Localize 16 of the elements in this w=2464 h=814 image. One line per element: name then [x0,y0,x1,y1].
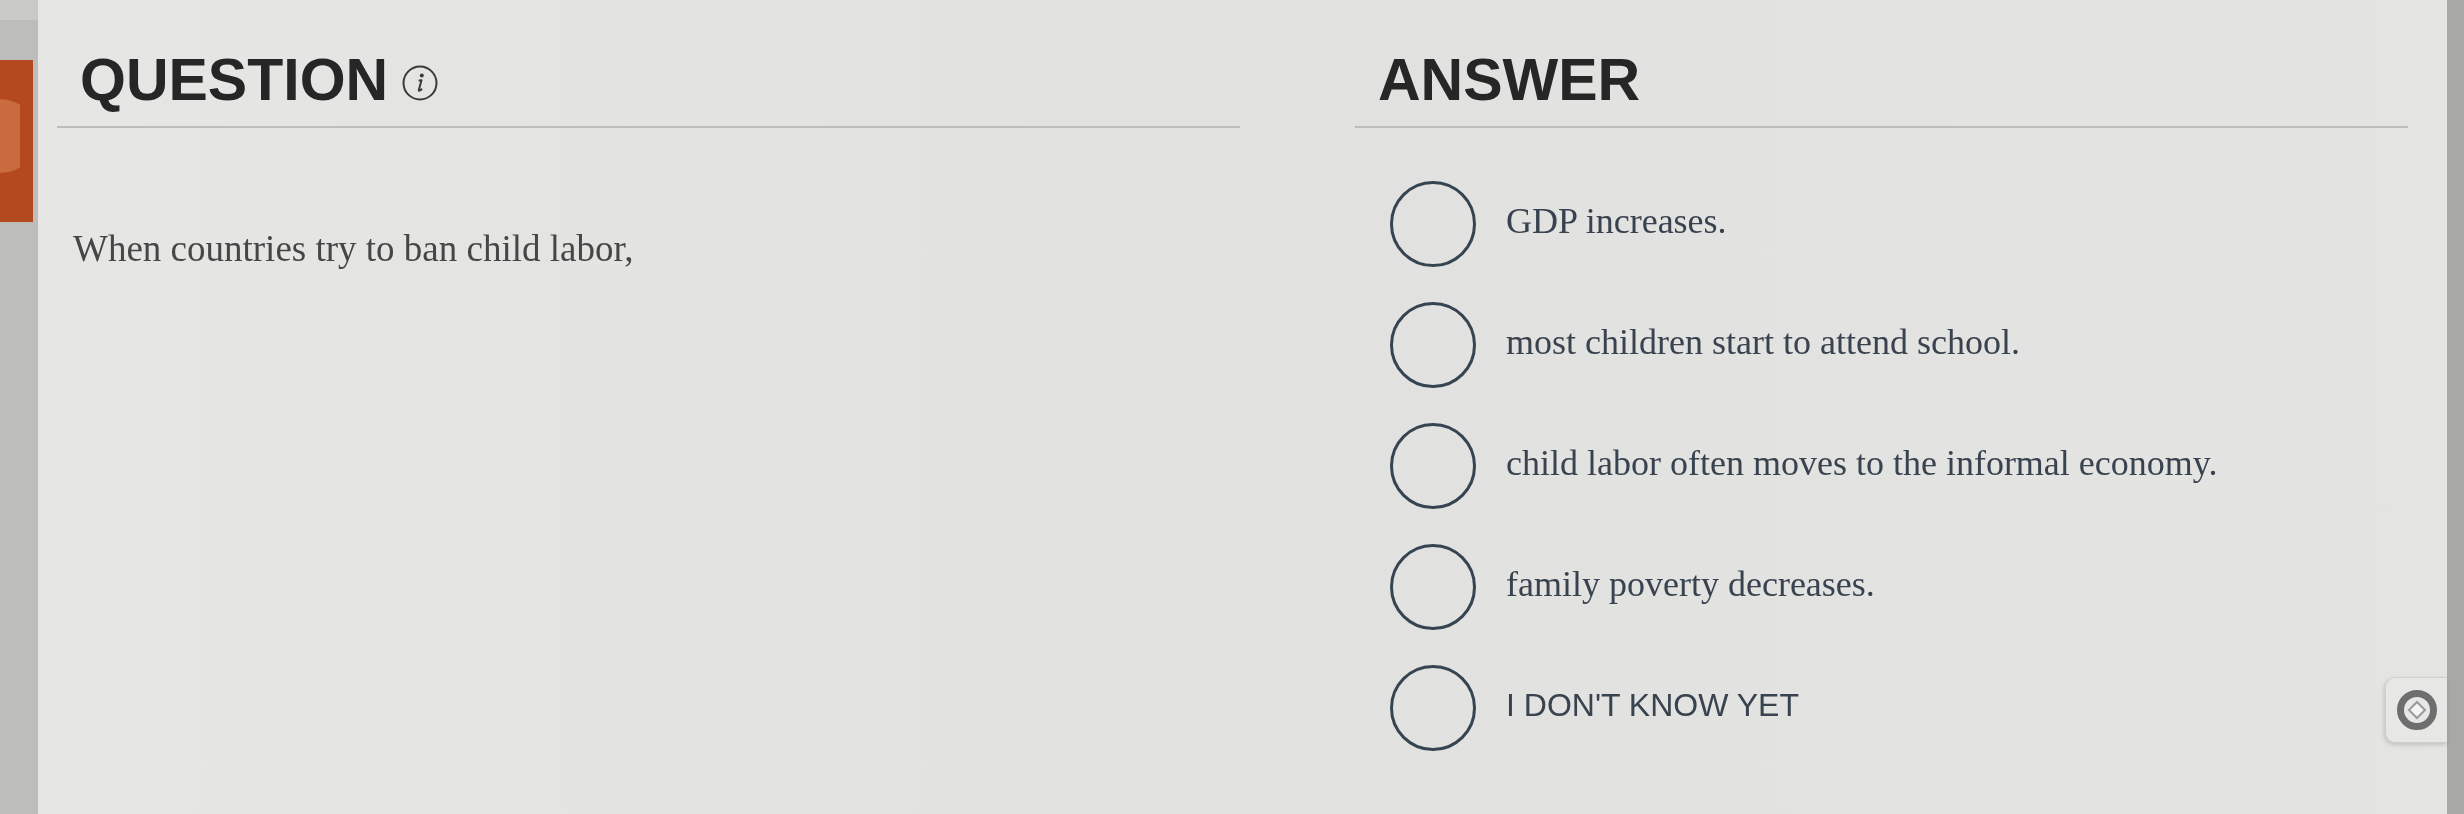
option-label[interactable]: most children start to attend school. [1506,319,2020,365]
ring-icon [2395,689,2438,731]
option-label[interactable]: child labor often moves to the informal economy. [1506,440,2218,486]
radio-button[interactable] [1390,665,1476,751]
radio-button[interactable] [1390,181,1476,267]
radio-button[interactable] [1390,302,1476,388]
question-heading: QUESTION [80,46,389,114]
answer-heading: ANSWER [1378,46,1641,114]
radio-button[interactable] [1390,423,1476,509]
option-label[interactable]: I DON'T KNOW YET [1506,682,1799,728]
info-icon[interactable] [402,65,439,101]
radio-button[interactable] [1390,544,1476,630]
option-label[interactable]: family poverty decreases. [1506,561,1875,607]
question-text: When countries try to ban child labor, [73,227,635,271]
option-label[interactable]: GDP increases. [1506,198,1727,244]
corner-button[interactable] [2385,677,2447,743]
